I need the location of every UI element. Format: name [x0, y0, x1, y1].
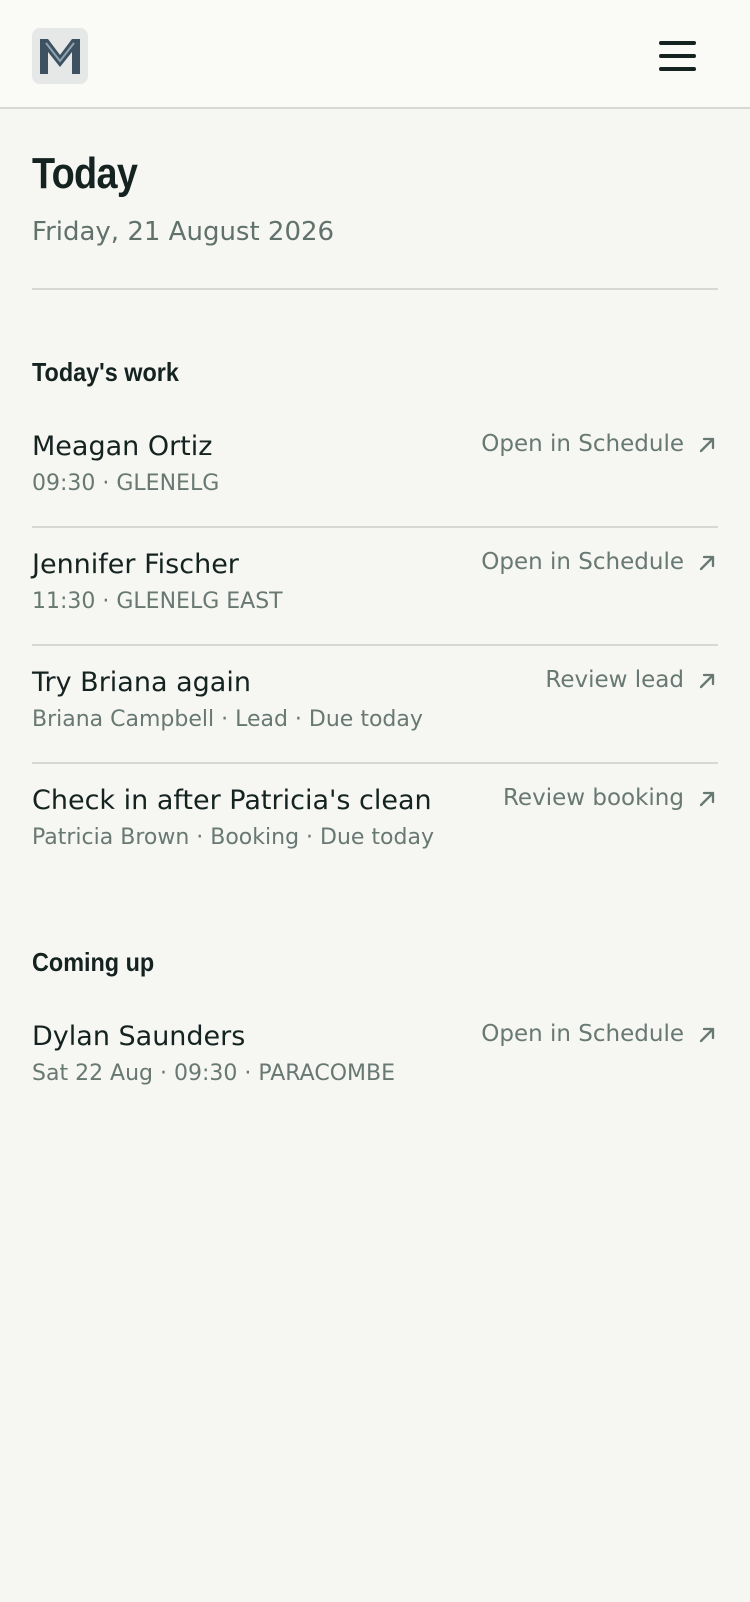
- page-date: Friday, 21 August 2026: [32, 217, 335, 247]
- list-item: Dylan Saunders Sat 22 Aug · 09:30 · PARA…: [32, 1002, 718, 1118]
- item-title: Try Briana again: [32, 667, 251, 698]
- open-in-schedule-link[interactable]: Open in Schedule: [481, 431, 718, 457]
- item-meta: Sat 22 Aug · 09:30 · PARACOMBE: [32, 1061, 395, 1086]
- item-title: Dylan Saunders: [32, 1021, 246, 1052]
- arrow-up-right-icon: [699, 437, 715, 452]
- action-label: Review booking: [502, 785, 684, 811]
- action-label: Review lead: [545, 667, 684, 693]
- arrow-up-right-icon: [699, 791, 715, 806]
- action-label: Open in Schedule: [481, 431, 684, 457]
- open-in-schedule-link[interactable]: Open in Schedule: [481, 1021, 718, 1047]
- open-in-schedule-link[interactable]: Open in Schedule: [481, 549, 718, 575]
- arrow-up-right-icon: [699, 555, 715, 570]
- hamburger-menu-icon-bar-top: [659, 41, 696, 45]
- list-item: Meagan Ortiz 09:30 · GLENELG Open in Sch…: [32, 412, 718, 528]
- hamburger-menu-icon-bar-bottom: [659, 67, 696, 71]
- action-label: Open in Schedule: [481, 1021, 684, 1047]
- review-lead-link[interactable]: Review lead: [545, 667, 718, 693]
- header-divider: [32, 288, 718, 290]
- logo-m-mark-icon: [40, 39, 80, 74]
- item-meta: 11:30 · GLENELG EAST: [32, 589, 283, 614]
- action-label: Open in Schedule: [481, 549, 684, 575]
- top-bar: [0, 0, 750, 109]
- list-item: Check in after Patricia's clean Patricia…: [32, 766, 718, 882]
- arrow-up-right-icon: [699, 673, 715, 688]
- hamburger-menu-icon-bar-middle: [659, 54, 696, 58]
- page-title: Today: [32, 149, 138, 198]
- item-meta: Patricia Brown · Booking · Due today: [32, 825, 434, 850]
- arrow-up-right-icon: [699, 1027, 715, 1042]
- item-meta: Briana Campbell · Lead · Due today: [32, 707, 423, 732]
- list-item: Jennifer Fischer 11:30 · GLENELG EAST Op…: [32, 530, 718, 646]
- item-meta: 09:30 · GLENELG: [32, 471, 220, 496]
- section-heading-upcoming: Coming up: [32, 947, 155, 977]
- item-title: Jennifer Fischer: [32, 549, 239, 580]
- item-title: Meagan Ortiz: [32, 431, 213, 462]
- menu-button[interactable]: [656, 36, 700, 76]
- app-logo[interactable]: [32, 28, 88, 84]
- review-booking-link[interactable]: Review booking: [502, 785, 718, 811]
- section-heading-today: Today's work: [32, 357, 179, 387]
- list-item: Try Briana again Briana Campbell · Lead …: [32, 648, 718, 764]
- item-title: Check in after Patricia's clean: [32, 785, 432, 816]
